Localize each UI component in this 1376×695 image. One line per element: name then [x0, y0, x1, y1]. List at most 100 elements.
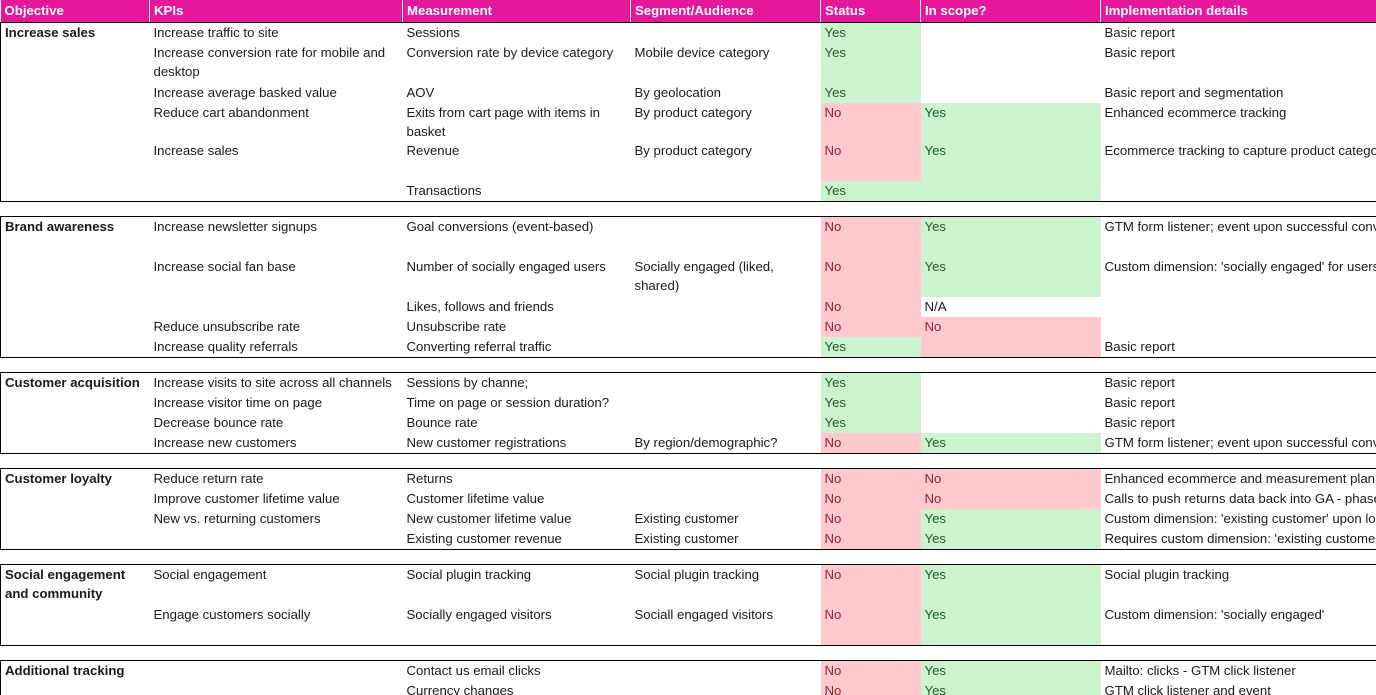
cell-kpi[interactable]: Increase visits to site across all chann… — [149, 372, 403, 393]
cell-measurement[interactable]: New customer lifetime value — [403, 509, 631, 529]
cell-implementation[interactable]: Requires custom dimension: 'existing cus… — [1100, 529, 1376, 550]
cell-objective[interactable] — [0, 297, 150, 317]
cell-kpi[interactable]: New vs. returning customers — [150, 509, 403, 529]
cell-in-scope[interactable] — [921, 393, 1101, 413]
cell-implementation[interactable]: GTM click listener and event — [1100, 681, 1376, 695]
cell-objective[interactable] — [0, 83, 150, 103]
cell-status[interactable]: No — [820, 529, 921, 550]
cell-objective[interactable] — [0, 181, 150, 202]
cell-implementation[interactable]: Ecommerce tracking to capture product ca… — [1100, 141, 1376, 181]
table-row[interactable]: Currency changes No Yes GTM click listener … — [0, 681, 1376, 695]
cell-status[interactable]: No — [820, 468, 921, 489]
cell-status[interactable]: Yes — [820, 181, 921, 202]
cell-implementation[interactable] — [1100, 181, 1376, 202]
cell-kpi[interactable]: Increase social fan base — [150, 257, 403, 297]
cell-kpi[interactable]: Increase visitor time on page — [150, 393, 403, 413]
cell-measurement[interactable]: Goal conversions (event-based) — [402, 216, 631, 257]
cell-segment[interactable] — [630, 468, 821, 489]
cell-kpi[interactable]: Engage customers socially — [149, 605, 403, 646]
cell-kpi[interactable] — [149, 181, 403, 202]
cell-in-scope[interactable] — [921, 413, 1101, 433]
cell-in-scope[interactable]: No — [920, 489, 1101, 509]
cell-objective[interactable] — [0, 141, 150, 181]
cell-implementation[interactable]: Custom dimension: 'existing customer' up… — [1100, 509, 1376, 529]
cell-measurement[interactable]: Conversion rate by device category — [403, 43, 631, 83]
cell-status[interactable]: No — [820, 297, 921, 317]
cell-objective[interactable] — [0, 317, 150, 337]
cell-kpi[interactable]: Increase sales — [150, 141, 403, 181]
table-row[interactable]: Likes, follows and friends No N/A — [0, 297, 1376, 317]
cell-segment[interactable] — [631, 297, 821, 317]
cell-measurement[interactable]: Unsubscribe rate — [403, 317, 631, 337]
cell-status[interactable]: No — [820, 317, 921, 337]
cell-measurement[interactable]: Sessions — [402, 22, 631, 43]
table-row[interactable]: Increase sales Revenue By product category… — [0, 141, 1376, 181]
cell-objective[interactable] — [0, 681, 150, 695]
cell-objective[interactable] — [0, 413, 150, 433]
cell-objective[interactable] — [0, 43, 150, 83]
table-row[interactable]: Existing customer revenue Existing custom… — [0, 529, 1376, 550]
table-row[interactable]: Engage customers socially Socially engage… — [0, 605, 1376, 646]
cell-kpi[interactable] — [149, 529, 403, 550]
cell-kpi[interactable]: Increase traffic to site — [149, 22, 403, 43]
cell-segment[interactable]: Existing customer — [631, 509, 821, 529]
table-row[interactable]: Reduce cart abandonment Exits from cart p… — [0, 103, 1376, 141]
cell-implementation[interactable]: Social plugin tracking — [1100, 564, 1376, 605]
cell-implementation[interactable]: Basic report — [1100, 413, 1376, 433]
cell-objective[interactable]: Additional tracking — [0, 660, 150, 681]
cell-kpi[interactable] — [149, 660, 403, 681]
cell-kpi[interactable]: Reduce cart abandonment — [150, 103, 403, 141]
cell-in-scope[interactable]: Yes — [920, 529, 1101, 550]
cell-in-scope[interactable]: No — [920, 468, 1101, 489]
cell-kpi[interactable]: Reduce unsubscribe rate — [150, 317, 403, 337]
cell-segment[interactable] — [630, 681, 821, 695]
column-header-in-scope[interactable]: In scope? — [920, 0, 1101, 23]
cell-segment[interactable]: By product category — [631, 103, 821, 141]
cell-objective[interactable] — [0, 433, 150, 454]
cell-status[interactable]: No — [820, 605, 921, 646]
cell-implementation[interactable] — [1100, 297, 1376, 317]
table-row[interactable]: Additional tracking Contact us email clic… — [0, 660, 1376, 681]
cell-objective[interactable]: Brand awareness — [0, 216, 150, 257]
cell-objective[interactable] — [0, 337, 150, 358]
cell-objective[interactable] — [0, 605, 150, 646]
column-header-implementation[interactable]: Implementation details — [1100, 0, 1376, 23]
cell-status[interactable]: No — [820, 433, 921, 454]
cell-in-scope[interactable] — [920, 372, 1101, 393]
cell-measurement[interactable]: AOV — [403, 83, 631, 103]
cell-in-scope[interactable]: Yes — [920, 564, 1101, 605]
cell-segment[interactable] — [630, 660, 821, 681]
cell-status[interactable]: No — [820, 216, 921, 257]
cell-segment[interactable]: By region/demographic? — [630, 433, 821, 454]
cell-in-scope[interactable]: Yes — [920, 660, 1101, 681]
cell-objective[interactable] — [0, 529, 150, 550]
cell-segment[interactable]: Existing customer — [630, 529, 821, 550]
column-header-status[interactable]: Status — [820, 0, 921, 23]
cell-in-scope[interactable]: Yes — [920, 103, 1101, 141]
cell-measurement[interactable]: Revenue — [403, 141, 631, 181]
cell-status[interactable]: Yes — [820, 83, 921, 103]
cell-kpi[interactable]: Improve customer lifetime value — [150, 489, 403, 509]
cell-status[interactable]: Yes — [820, 372, 921, 393]
table-row[interactable]: Increase sales Increase traffic to site Se… — [0, 22, 1376, 43]
cell-segment[interactable]: Sociall engaged visitors — [630, 605, 821, 646]
table-row[interactable]: Social engagement and community Social en… — [0, 564, 1376, 605]
cell-segment[interactable] — [630, 337, 821, 358]
cell-kpi[interactable]: Increase newsletter signups — [149, 216, 403, 257]
cell-objective[interactable] — [0, 393, 150, 413]
cell-status[interactable]: Yes — [820, 337, 921, 358]
cell-measurement[interactable]: Existing customer revenue — [402, 529, 631, 550]
cell-status[interactable]: No — [820, 103, 921, 141]
cell-objective[interactable]: Customer acquisition — [0, 372, 150, 393]
cell-segment[interactable] — [631, 489, 821, 509]
cell-status[interactable]: No — [820, 564, 921, 605]
cell-status[interactable]: Yes — [820, 393, 921, 413]
cell-measurement[interactable]: Contact us email clicks — [402, 660, 631, 681]
table-row[interactable]: Brand awareness Increase newsletter signu… — [0, 216, 1376, 257]
cell-segment[interactable]: By geolocation — [631, 83, 821, 103]
cell-implementation[interactable] — [1100, 317, 1376, 337]
cell-kpi[interactable]: Increase conversion rate for mobile and … — [150, 43, 403, 83]
cell-in-scope[interactable]: Yes — [920, 216, 1101, 257]
cell-segment[interactable] — [630, 22, 821, 43]
cell-segment[interactable] — [630, 372, 821, 393]
